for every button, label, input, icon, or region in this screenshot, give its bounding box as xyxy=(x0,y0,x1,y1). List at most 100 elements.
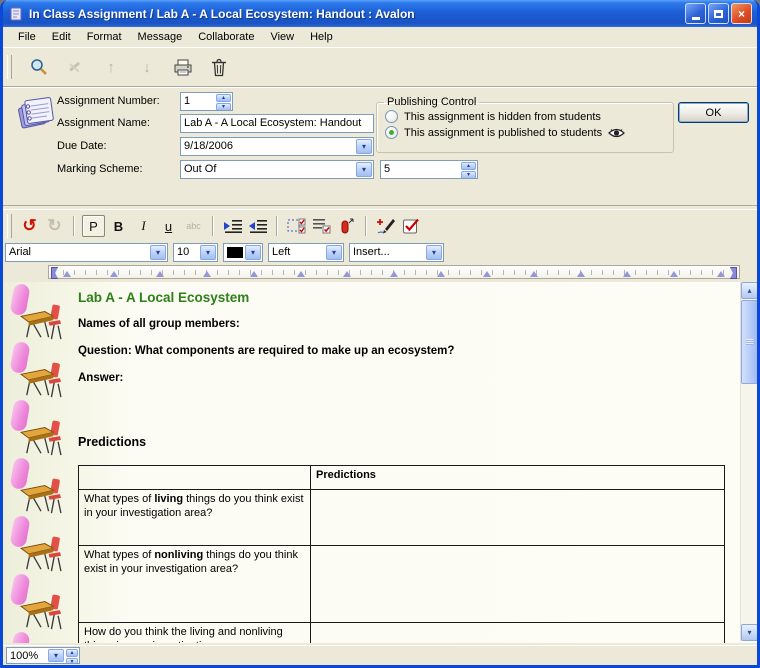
due-date-chevron-down-icon[interactable]: ▾ xyxy=(356,139,372,154)
points-spin-up[interactable]: ▴ xyxy=(461,162,476,170)
indent-button[interactable] xyxy=(221,215,244,237)
number-spin-up[interactable]: ▴ xyxy=(216,94,231,102)
font-family-chevron-down-icon[interactable]: ▾ xyxy=(150,245,166,260)
font-size-combo[interactable]: 10 ▾ xyxy=(173,243,218,262)
alignment-combo[interactable]: Left ▾ xyxy=(268,243,344,262)
maximize-button[interactable] xyxy=(708,3,729,24)
app-window: In Class Assignment / Lab A - A Local Ec… xyxy=(0,0,760,668)
indent-icon xyxy=(223,219,243,233)
window-controls: × xyxy=(685,3,752,24)
underline-button[interactable]: u xyxy=(157,215,180,237)
bold-button[interactable]: B xyxy=(107,215,130,237)
font-size-chevron-down-icon[interactable]: ▾ xyxy=(200,245,216,260)
font-toolbar: Arial ▾ 10 ▾ ▾ Left ▾ Insert... ▾ xyxy=(3,242,757,263)
editor-toolbar-grip[interactable] xyxy=(7,214,12,238)
assignment-form: Assignment Number: Assignment Name: Due … xyxy=(3,88,757,205)
assignment-name-input[interactable]: Lab A - A Local Ecosystem: Handout xyxy=(180,114,374,133)
answer-cell[interactable] xyxy=(311,546,725,623)
menu-item-view[interactable]: View xyxy=(262,29,302,45)
font-color-chevron-down-icon[interactable]: ▾ xyxy=(245,245,261,260)
preview-button[interactable] xyxy=(26,55,52,79)
published-radio-button[interactable] xyxy=(385,126,398,139)
ruler[interactable] xyxy=(48,265,740,279)
desk-illustration xyxy=(20,303,62,341)
publishing-control-group: Publishing Control This assignment is hi… xyxy=(376,96,674,153)
answer-cell[interactable] xyxy=(311,623,725,644)
list-answer-fields-button[interactable] xyxy=(310,215,333,237)
next-button-disabled: ↓ xyxy=(134,55,160,79)
tools-button-disabled xyxy=(62,55,88,79)
question-cell: What types of living things do you think… xyxy=(79,490,311,546)
zoom-spin-down[interactable]: ▾ xyxy=(66,658,78,664)
marking-scheme-combo[interactable]: Out Of ▾ xyxy=(180,160,374,179)
menu-item-file[interactable]: File xyxy=(10,29,44,45)
question-line: Question: What components are required t… xyxy=(78,345,717,357)
hidden-option-label: This assignment is hidden from students xyxy=(404,111,601,123)
insert-combo[interactable]: Insert... ▾ xyxy=(349,243,444,262)
due-date-combo[interactable]: 9/18/2006 ▾ xyxy=(180,137,374,156)
editor-toolbar: ↺ ↻ P B I u abc xyxy=(3,210,757,242)
marking-scheme-chevron-down-icon[interactable]: ▾ xyxy=(356,162,372,177)
alignment-chevron-down-icon[interactable]: ▾ xyxy=(326,245,342,260)
hidden-radio-button[interactable] xyxy=(385,110,398,123)
print-button[interactable] xyxy=(170,55,196,79)
menu-item-help[interactable]: Help xyxy=(302,29,341,45)
scrollbar-thumb[interactable] xyxy=(741,300,757,384)
predictions-table: Predictions What types of living things … xyxy=(78,465,725,643)
document-editor[interactable]: Lab A - A Local Ecosystem Names of all g… xyxy=(3,282,757,643)
ok-button[interactable]: OK xyxy=(678,102,749,123)
undo-button[interactable]: ↺ xyxy=(18,215,41,237)
add-annotation-button[interactable] xyxy=(374,215,397,237)
question-cell: What types of nonliving things do you th… xyxy=(79,546,311,623)
outdent-icon xyxy=(248,219,268,233)
points-spin-down[interactable]: ▾ xyxy=(461,171,476,179)
menu-item-collaborate[interactable]: Collaborate xyxy=(190,29,262,45)
checkbox-check-icon xyxy=(402,217,420,235)
insert-chevron-down-icon[interactable]: ▾ xyxy=(426,245,442,260)
header-cell-empty xyxy=(79,466,311,490)
predictions-heading: Predictions xyxy=(78,435,717,449)
number-spin-down[interactable]: ▾ xyxy=(216,103,231,111)
header-cell-predictions: Predictions xyxy=(311,466,725,490)
ruler-row xyxy=(3,263,757,282)
main-toolbar: ↑ ↓ xyxy=(3,48,757,86)
minimize-button[interactable] xyxy=(685,3,706,24)
previous-button-disabled: ↑ xyxy=(98,55,124,79)
delete-button[interactable] xyxy=(206,55,232,79)
zoom-spin-up[interactable]: ▴ xyxy=(66,649,78,657)
italic-button[interactable]: I xyxy=(132,215,155,237)
hidden-option-row[interactable]: This assignment is hidden from students xyxy=(385,110,673,123)
paragraph-button[interactable]: P xyxy=(82,215,105,237)
menu-item-edit[interactable]: Edit xyxy=(44,29,79,45)
font-family-combo[interactable]: Arial ▾ xyxy=(5,243,168,262)
window-title: In Class Assignment / Lab A - A Local Ec… xyxy=(29,7,680,21)
menu-item-message[interactable]: Message xyxy=(130,29,191,45)
trash-icon xyxy=(211,58,227,77)
menu-item-format[interactable]: Format xyxy=(79,29,130,45)
font-color-combo[interactable]: ▾ xyxy=(223,243,263,262)
list-fields-icon xyxy=(312,217,332,235)
tools-icon xyxy=(66,58,84,76)
outdent-button[interactable] xyxy=(246,215,269,237)
scroll-up-button[interactable]: ▴ xyxy=(741,282,757,299)
tab-stop-icon[interactable] xyxy=(63,271,71,277)
template-decoration-strip xyxy=(3,282,65,643)
table-header-row: Predictions xyxy=(79,466,725,490)
zoom-chevron-down-icon[interactable]: ▾ xyxy=(48,649,64,662)
out-of-points-spinner[interactable]: 5 ▴ ▾ xyxy=(380,160,478,179)
toolbar-grip[interactable] xyxy=(7,55,12,79)
assignment-icon xyxy=(16,94,54,132)
close-button[interactable]: × xyxy=(731,3,752,24)
select-answer-fields-button[interactable] xyxy=(285,215,308,237)
zoom-level-combo[interactable]: 100% ▾ ▴ ▾ xyxy=(6,647,80,664)
assignment-name-label: Assignment Name: xyxy=(57,117,150,129)
approve-button[interactable] xyxy=(399,215,422,237)
answer-cell[interactable] xyxy=(311,490,725,546)
published-option-row[interactable]: This assignment is published to students xyxy=(385,126,673,139)
assignment-number-spinner[interactable]: 1 ▴ ▾ xyxy=(180,92,233,111)
vertical-scrollbar[interactable]: ▴ ▾ xyxy=(740,282,757,641)
insert-field-icon xyxy=(339,217,355,235)
scroll-down-button[interactable]: ▾ xyxy=(741,624,757,641)
maximize-icon xyxy=(714,10,723,18)
insert-answer-field-button[interactable] xyxy=(335,215,358,237)
